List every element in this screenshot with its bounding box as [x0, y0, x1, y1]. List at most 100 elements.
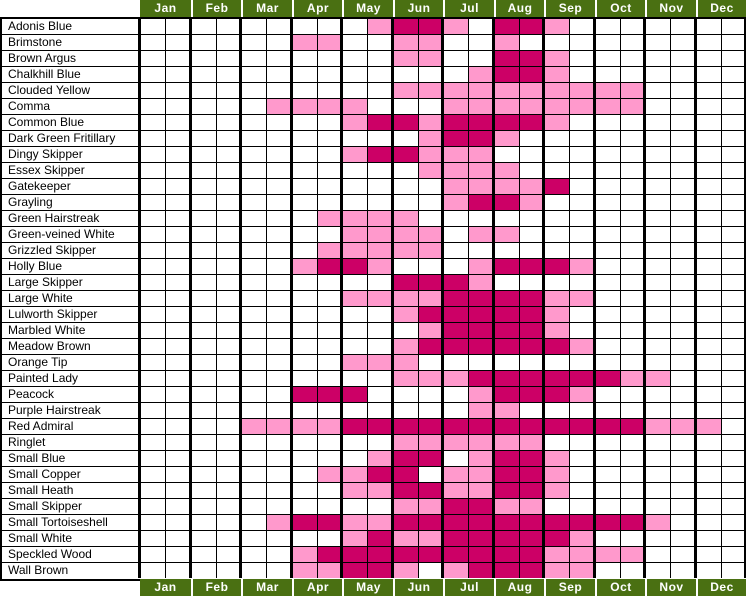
flight-cell-jan-2 [166, 403, 192, 418]
flight-cell-jan-2 [166, 259, 192, 274]
flight-cell-may-2 [368, 195, 394, 210]
flight-cell-jun-2 [419, 51, 444, 66]
flight-cell-mar-1 [242, 291, 267, 306]
flight-cell-nov-1 [646, 467, 671, 482]
flight-cell-jul-1 [444, 547, 469, 562]
flight-cell-sep-2 [570, 163, 596, 178]
flight-cell-nov-2 [671, 515, 697, 530]
flight-cell-apr-2 [318, 483, 343, 498]
flight-cell-dec-2 [722, 131, 746, 146]
flight-cell-jul-1 [444, 67, 469, 82]
flight-cell-jul-2 [469, 435, 495, 450]
flight-cell-jul-2 [469, 35, 495, 50]
flight-cell-aug-2 [520, 227, 545, 242]
flight-cell-feb-1 [192, 19, 217, 34]
flight-cell-jul-1 [444, 419, 469, 434]
flight-cell-jul-2 [469, 515, 495, 530]
flight-cell-nov-1 [646, 211, 671, 226]
flight-cell-apr-1 [293, 243, 318, 258]
flight-cell-jun-2 [419, 211, 444, 226]
flight-cell-feb-2 [217, 339, 242, 354]
flight-cell-jun-2 [419, 307, 444, 322]
flight-cell-dec-1 [697, 531, 722, 546]
flight-cell-jul-2 [469, 483, 495, 498]
flight-cell-mar-1 [242, 51, 267, 66]
flight-cell-sep-1 [545, 243, 570, 258]
flight-cell-oct-1 [596, 195, 621, 210]
flight-cell-nov-1 [646, 243, 671, 258]
flight-cell-mar-2 [267, 515, 293, 530]
flight-cell-sep-1 [545, 387, 570, 402]
flight-cell-apr-2 [318, 131, 343, 146]
flight-cell-sep-1 [545, 323, 570, 338]
flight-cell-oct-2 [621, 307, 646, 322]
flight-cell-jun-1 [394, 163, 419, 178]
flight-cell-apr-2 [318, 83, 343, 98]
flight-cell-sep-1 [545, 547, 570, 562]
flight-cell-mar-1 [242, 35, 267, 50]
flight-cell-apr-2 [318, 115, 343, 130]
flight-cell-jun-1 [394, 179, 419, 194]
flight-cell-sep-1 [545, 291, 570, 306]
flight-cell-aug-1 [495, 51, 520, 66]
species-name: Green-veined White [2, 227, 141, 242]
flight-cell-apr-1 [293, 67, 318, 82]
flight-cell-jun-1 [394, 563, 419, 578]
flight-cell-aug-2 [520, 531, 545, 546]
flight-cell-mar-1 [242, 387, 267, 402]
flight-cell-jan-1 [141, 291, 166, 306]
species-name: Comma [2, 99, 141, 114]
flight-cell-nov-1 [646, 51, 671, 66]
flight-cell-jun-1 [394, 547, 419, 562]
flight-cell-may-2 [368, 355, 394, 370]
flight-cell-nov-1 [646, 515, 671, 530]
flight-cell-may-1 [343, 387, 368, 402]
flight-cell-apr-1 [293, 339, 318, 354]
species-row: Holly Blue [2, 259, 746, 275]
flight-cell-aug-1 [495, 387, 520, 402]
flight-cell-apr-1 [293, 547, 318, 562]
flight-cell-dec-1 [697, 339, 722, 354]
flight-cell-feb-2 [217, 419, 242, 434]
flight-cell-dec-2 [722, 563, 746, 578]
flight-cell-jun-2 [419, 451, 444, 466]
flight-cell-aug-2 [520, 323, 545, 338]
flight-cell-jul-2 [469, 371, 495, 386]
flight-cell-feb-2 [217, 131, 242, 146]
flight-cell-feb-2 [217, 275, 242, 290]
flight-cell-sep-2 [570, 115, 596, 130]
flight-cell-jun-1 [394, 195, 419, 210]
flight-cell-aug-1 [495, 275, 520, 290]
flight-cell-nov-2 [671, 419, 697, 434]
flight-cell-jul-2 [469, 51, 495, 66]
flight-cell-dec-1 [697, 291, 722, 306]
flight-cell-dec-2 [722, 275, 746, 290]
species-row: Dingy Skipper [2, 147, 746, 163]
flight-cell-apr-2 [318, 515, 343, 530]
flight-cell-jan-1 [141, 323, 166, 338]
flight-cell-may-1 [343, 195, 368, 210]
flight-cell-aug-2 [520, 51, 545, 66]
flight-cell-jan-1 [141, 211, 166, 226]
flight-cell-sep-1 [545, 51, 570, 66]
flight-cell-jun-2 [419, 531, 444, 546]
flight-cell-jun-1 [394, 67, 419, 82]
flight-cell-apr-1 [293, 259, 318, 274]
flight-cell-nov-2 [671, 547, 697, 562]
flight-cell-jan-1 [141, 355, 166, 370]
flight-cell-may-2 [368, 243, 394, 258]
flight-cell-dec-1 [697, 547, 722, 562]
flight-cell-may-2 [368, 467, 394, 482]
flight-cell-aug-1 [495, 419, 520, 434]
species-row: Painted Lady [2, 371, 746, 387]
flight-cell-jul-2 [469, 195, 495, 210]
month-label-feb-top: Feb [191, 0, 241, 17]
species-row: Small Skipper [2, 499, 746, 515]
flight-cell-oct-2 [621, 371, 646, 386]
flight-cell-jul-2 [469, 83, 495, 98]
flight-cell-apr-1 [293, 35, 318, 50]
flight-cell-may-2 [368, 51, 394, 66]
flight-cell-nov-1 [646, 483, 671, 498]
flight-cell-nov-2 [671, 147, 697, 162]
flight-cell-may-2 [368, 387, 394, 402]
